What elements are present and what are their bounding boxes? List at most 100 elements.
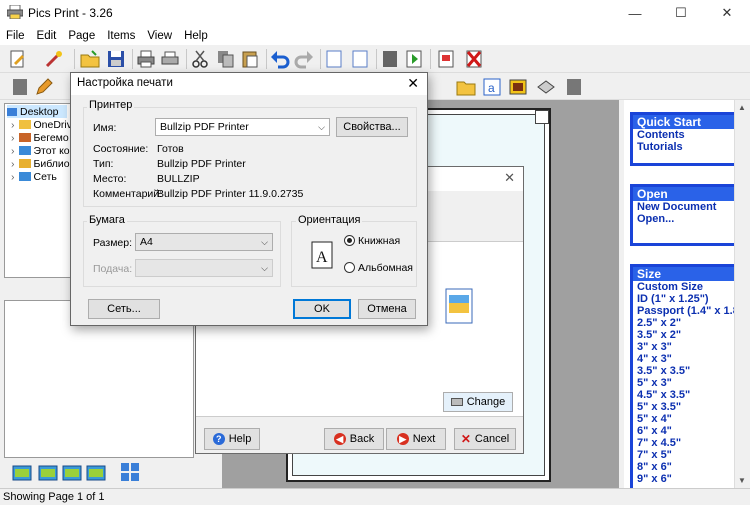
delete-page-icon[interactable] [464,49,484,69]
size-item[interactable]: 9" x 6" [633,473,741,485]
new-doc-icon[interactable] [8,49,28,69]
size-item[interactable]: 4.5" x 3.5" [633,389,741,401]
size-item[interactable]: 5" x 3" [633,377,741,389]
size-item[interactable]: 3.5" x 3.5" [633,365,741,377]
size-item[interactable]: Custom Size [633,281,741,293]
close-window-button[interactable]: ✕ [704,0,750,26]
tree-item[interactable]: › OneDriv [11,118,72,131]
print-cancel-button[interactable]: Отмена [358,299,416,319]
image-folder-remove-icon[interactable] [86,462,106,482]
state-value: Готов [157,143,184,155]
printer-name-select[interactable]: Bullzip PDF Printer ⌵ [155,118,330,136]
size-item[interactable]: 3.5" x 2" [633,329,741,341]
link-contents[interactable]: Contents [633,129,741,141]
tree-item[interactable]: › Библио [11,157,70,170]
open-folder-icon[interactable] [80,49,100,69]
size-item[interactable]: 7" x 5" [633,449,741,461]
network-button[interactable]: Сеть... [88,299,160,319]
portrait-label[interactable]: Книжная [358,235,400,247]
state-label: Состояние: [93,143,149,155]
wizard-cancel-button[interactable]: ✕ Cancel [454,428,516,450]
text-tool-icon[interactable]: a [482,77,502,97]
size-item[interactable]: 3" x 3" [633,341,741,353]
image-folder-icon[interactable] [38,462,58,482]
change-button[interactable]: Change [443,392,513,412]
portrait-page-icon: A [311,241,333,269]
page-layout-icon[interactable] [436,49,456,69]
landscape-radio[interactable] [344,262,355,273]
chevron-right-icon: › [11,144,15,157]
ok-button[interactable]: OK [293,299,351,319]
wand-icon[interactable] [44,49,64,69]
image-tool-icon[interactable] [508,77,528,97]
link-new-document[interactable]: New Document [633,201,741,213]
page-corner-fold [535,110,549,124]
tree-item[interactable]: › Этот ко [11,144,70,157]
portrait-radio[interactable] [344,235,355,246]
size-item[interactable]: 8" x 6" [633,461,741,473]
quick-panels: Quick Start Contents Tutorials Open New … [624,100,750,494]
minimize-button[interactable]: — [612,0,658,26]
size-item[interactable]: 5" x 4" [633,413,741,425]
menu-file[interactable]: File [6,30,25,42]
next-button[interactable]: ▶ Next [386,428,446,450]
tree-root[interactable]: Desktop [7,105,67,118]
maximize-button[interactable]: ☐ [658,0,704,26]
app-printer-icon [7,5,23,19]
print-preview-icon[interactable] [160,49,180,69]
size-item[interactable]: 5" x 3.5" [633,401,741,413]
menu-items[interactable]: Items [107,30,135,42]
quickstart-title: Quick Start [633,115,741,129]
place-value: BULLZIP [157,173,200,185]
menu-edit[interactable]: Edit [37,30,57,42]
cancel-x-icon: ✕ [460,432,471,446]
wizard-close-icon[interactable]: ✕ [504,170,515,186]
first-page-icon[interactable] [380,49,400,69]
paper-feed-select[interactable]: ⌵ [135,259,273,277]
orientation-group [291,221,417,287]
link-open[interactable]: Open... [633,213,741,225]
pencil-icon[interactable] [34,77,54,97]
page-gray-icon[interactable] [10,77,30,97]
page-dark-icon[interactable] [564,77,584,97]
grid-view-icon[interactable] [120,462,140,482]
size-item[interactable]: Passport (1.4" x 1.8") [633,305,741,317]
next-page-icon[interactable] [404,49,424,69]
size-item[interactable]: ID (1" x 1.25") [633,293,741,305]
page-icon[interactable] [324,49,344,69]
scroll-down-icon[interactable]: ▼ [738,476,746,485]
scanner-icon[interactable] [536,77,556,97]
folder-icon[interactable] [456,77,476,97]
page-blank-icon[interactable] [350,49,370,69]
copy-icon[interactable] [216,49,236,69]
scroll-up-icon[interactable]: ▲ [738,103,746,112]
vertical-scrollbar[interactable]: ▲ ▼ [734,100,750,488]
paper-size-select[interactable]: A4 ⌵ [135,233,273,251]
tree-item[interactable]: › Сеть [11,170,57,183]
chevron-right-icon: › [11,157,15,170]
print-icon[interactable] [136,49,156,69]
menu-help[interactable]: Help [184,30,208,42]
properties-button[interactable]: Свойства... [336,117,408,137]
menu-view[interactable]: View [147,30,172,42]
size-item[interactable]: 7" x 4.5" [633,437,741,449]
size-item[interactable]: 6" x 4" [633,425,741,437]
link-tutorials[interactable]: Tutorials [633,141,741,153]
paste-icon[interactable] [240,49,260,69]
back-button[interactable]: ◀ Back [324,428,384,450]
size-item[interactable]: 2.5" x 2" [633,317,741,329]
print-dialog-close-icon[interactable]: ✕ [407,75,419,92]
feed-label: Подача: [93,263,133,275]
help-button[interactable]: ? Help [204,428,260,450]
add-folder-icon[interactable] [12,462,32,482]
tree-item[interactable]: › Бегемо [11,131,69,144]
save-icon[interactable] [106,49,126,69]
size-item[interactable]: 4" x 3" [633,353,741,365]
image-folder-alt-icon[interactable] [62,462,82,482]
cut-icon[interactable] [190,49,210,69]
landscape-label[interactable]: Альбомная [358,262,413,274]
redo-icon[interactable] [294,49,314,69]
network-icon [18,172,31,181]
undo-icon[interactable] [270,49,290,69]
menu-page[interactable]: Page [68,30,95,42]
